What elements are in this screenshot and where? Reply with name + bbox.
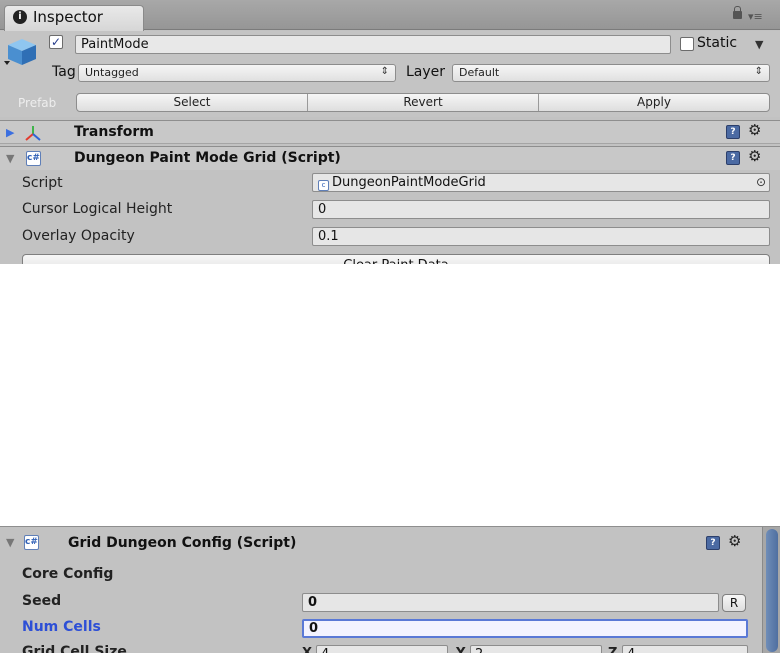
layer-label: Layer [406, 64, 446, 80]
grid-cell-x-field[interactable]: 4 [316, 645, 448, 653]
script-label: Script [22, 175, 63, 191]
csharp-script-icon: c [318, 180, 329, 191]
randomize-seed-button[interactable]: R [722, 594, 746, 612]
scrollbar-thumb[interactable] [766, 529, 778, 652]
paint-mode-grid-header[interactable]: ▼ c# Dungeon Paint Mode Grid (Script) ? … [0, 146, 780, 170]
foldout-collapsed-icon[interactable]: ▶ [6, 126, 14, 139]
static-dropdown-icon[interactable]: ▼ [755, 38, 763, 51]
grid-cell-z-label: Z [608, 646, 617, 653]
foldout-expanded-icon[interactable]: ▼ [6, 152, 14, 165]
script-reference-value: DungeonPaintModeGrid [332, 175, 486, 190]
tag-select-value: Untagged [85, 66, 139, 79]
grid-cell-x-label: X [302, 646, 312, 653]
grid-cell-size-label: Grid Cell Size [22, 644, 127, 653]
tag-select[interactable]: Untagged ⇕ [78, 64, 396, 82]
inspector-panel: i Inspector ▾≡ ✓ PaintMode Static ▼ Tag … [0, 0, 780, 264]
foldout-expanded-icon[interactable]: ▼ [6, 536, 14, 549]
transform-component-header[interactable]: ▶ Transform ? ⚙ [0, 120, 780, 144]
transform-title: Transform [74, 124, 154, 140]
tab-inspector[interactable]: i Inspector [4, 5, 144, 31]
lock-icon[interactable] [733, 6, 742, 19]
cursor-logical-height-field[interactable]: 0 [312, 200, 770, 219]
prefab-select-button[interactable]: Select [77, 94, 308, 111]
gameobject-cube-icon [4, 39, 36, 65]
cursor-logical-height-label: Cursor Logical Height [22, 201, 173, 217]
static-label: Static [697, 35, 738, 51]
help-book-icon[interactable]: ? [726, 151, 740, 165]
num-cells-field[interactable]: 0 [302, 619, 748, 638]
inspector-titlebar: i Inspector ▾≡ [0, 0, 780, 31]
grid-cell-y-label: Y [456, 646, 465, 653]
updown-arrow-icon: ⇕ [754, 66, 763, 77]
gear-icon[interactable]: ⚙ [748, 121, 761, 139]
transform-axes-icon [25, 126, 41, 141]
grid-cell-z-field[interactable]: 4 [622, 645, 748, 653]
tag-label: Tag [52, 64, 76, 80]
num-cells-label: Num Cells [22, 619, 101, 635]
active-checkbox[interactable]: ✓ [49, 35, 63, 49]
updown-arrow-icon: ⇕ [380, 66, 389, 77]
grid-dungeon-config-header[interactable]: ▼ c# Grid Dungeon Config (Script) ? ⚙ [0, 529, 762, 557]
gear-icon[interactable]: ⚙ [748, 147, 761, 165]
clear-paint-data-button[interactable]: Clear Paint Data [22, 254, 770, 264]
layer-select[interactable]: Default ⇕ [452, 64, 770, 82]
help-book-icon[interactable]: ? [726, 125, 740, 139]
object-picker-icon[interactable]: ⊙ [756, 175, 766, 189]
seed-label: Seed [22, 593, 62, 609]
tab-inspector-label: Inspector [33, 8, 103, 26]
static-checkbox[interactable] [680, 37, 694, 51]
core-config-section-label: Core Config [22, 566, 114, 582]
seed-field[interactable]: 0 [302, 593, 719, 612]
grid-cell-y-field[interactable]: 2 [470, 645, 602, 653]
prefab-button-group: Select Revert Apply [76, 93, 770, 112]
object-name-field[interactable]: PaintMode [75, 35, 671, 54]
prefab-revert-button[interactable]: Revert [308, 94, 539, 111]
help-book-icon[interactable]: ? [706, 536, 720, 550]
prefab-label: Prefab [18, 96, 57, 110]
script-reference-field[interactable]: c DungeonPaintModeGrid [312, 173, 770, 192]
overlay-opacity-label: Overlay Opacity [22, 228, 135, 244]
gear-icon[interactable]: ⚙ [728, 532, 741, 550]
overlay-opacity-field[interactable]: 0.1 [312, 227, 770, 246]
panel-menu-icon[interactable]: ▾≡ [748, 10, 763, 23]
paint-mode-grid-title: Dungeon Paint Mode Grid (Script) [74, 150, 341, 166]
csharp-script-icon: c# [24, 535, 39, 550]
csharp-script-icon: c# [26, 151, 41, 166]
grid-dungeon-config-title: Grid Dungeon Config (Script) [68, 535, 297, 551]
scrollbar[interactable] [762, 527, 780, 653]
grid-dungeon-config-panel: ▼ c# Grid Dungeon Config (Script) ? ⚙ Co… [0, 526, 780, 653]
info-icon: i [13, 10, 27, 24]
layer-select-value: Default [459, 66, 500, 79]
prefab-apply-button[interactable]: Apply [539, 94, 769, 111]
